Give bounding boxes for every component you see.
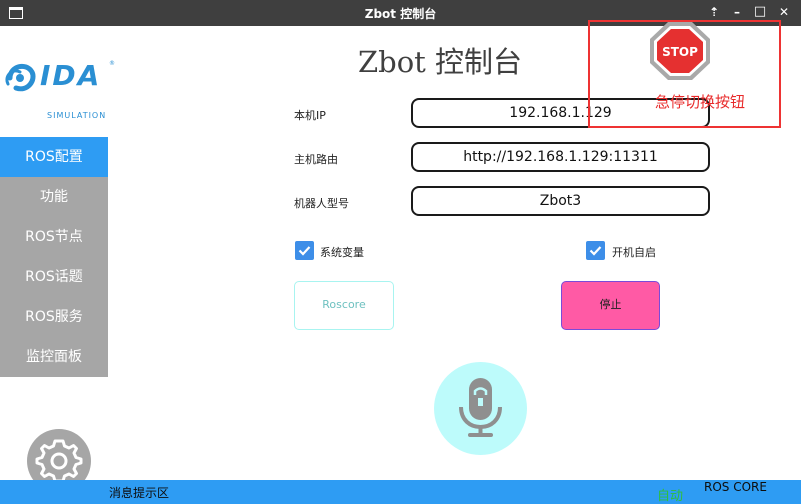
robot-model-field[interactable]: Zbot3	[411, 186, 710, 216]
status-message-area: 消息提示区	[109, 486, 170, 500]
env-var-checkbox[interactable]	[295, 241, 314, 260]
check-icon	[589, 246, 602, 256]
app-window: Zbot 控制台 ⇡ – □ ✕ IDA ® SIMULATION ROS配置 …	[0, 0, 801, 504]
check-icon	[298, 246, 311, 256]
sidebar-item-monitor-panel[interactable]: 监控面板	[0, 337, 108, 377]
keep-above-button[interactable]: ⇡	[705, 3, 723, 21]
sidebar-item-ros-nodes[interactable]: ROS节点	[0, 217, 108, 257]
roscore-button[interactable]: Roscore	[294, 281, 394, 330]
status-ros-core: ROS CORE	[704, 480, 767, 494]
env-var-label: 系统变量	[320, 246, 364, 259]
sidebar-nav: ROS配置 功能 ROS节点 ROS话题 ROS服务 监控面板	[0, 137, 108, 377]
sidebar-item-ros-topics[interactable]: ROS话题	[0, 257, 108, 297]
logo-registered: ®	[109, 60, 115, 67]
logo-brand: IDA	[40, 59, 102, 92]
master-uri-label: 主机路由	[294, 153, 338, 166]
maximize-button[interactable]: □	[751, 3, 769, 21]
master-uri-field[interactable]: http://192.168.1.129:11311	[411, 142, 710, 172]
status-auto: 自动	[657, 489, 684, 504]
ip-label: 本机IP	[294, 109, 326, 122]
robot-model-label: 机器人型号	[294, 197, 349, 210]
voice-button[interactable]	[434, 362, 527, 455]
close-button[interactable]: ✕	[775, 3, 793, 21]
stop-sign-icon: STOP	[650, 22, 710, 80]
logo-subtitle: SIMULATION	[47, 111, 107, 120]
autostart-checkbox[interactable]	[586, 241, 605, 260]
stop-sign[interactable]: STOP	[648, 20, 712, 82]
logo-icon	[5, 63, 36, 92]
sidebar-item-functions[interactable]: 功能	[0, 177, 108, 217]
status-bar: 消息提示区 自动 ROS CORE	[0, 480, 801, 504]
sidebar-item-ros-config[interactable]: ROS配置	[0, 137, 108, 177]
autostart-label: 开机自启	[612, 246, 656, 259]
page-title: Zbot 控制台	[358, 45, 523, 79]
annotation-caption: 急停切换按钮	[655, 93, 746, 111]
stop-sign-text: STOP	[662, 45, 698, 59]
sidebar: IDA ® SIMULATION ROS配置 功能 ROS节点 ROS话题 RO…	[0, 26, 115, 493]
microphone-icon	[459, 378, 502, 437]
logo: IDA ® SIMULATION	[2, 56, 115, 128]
sidebar-item-ros-services[interactable]: ROS服务	[0, 297, 108, 337]
minimize-button[interactable]: –	[728, 3, 746, 21]
stop-button[interactable]: 停止	[561, 281, 660, 330]
